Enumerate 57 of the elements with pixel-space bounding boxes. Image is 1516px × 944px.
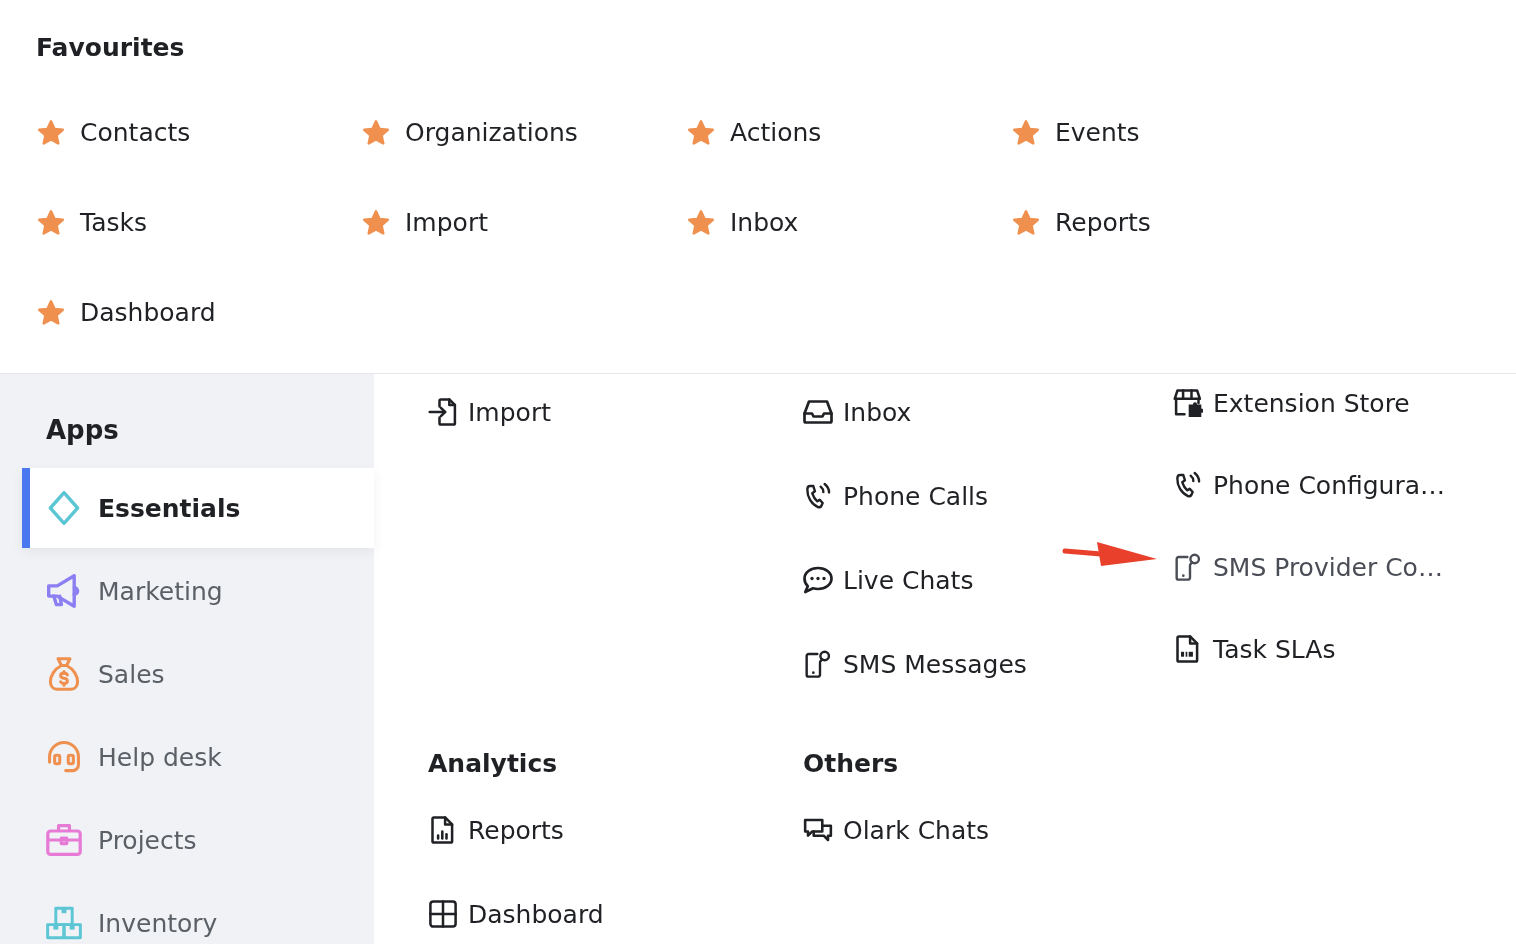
favourite-link[interactable]: Inbox [686, 177, 799, 267]
star-icon [688, 209, 714, 235]
mobile-phone-icon [803, 650, 833, 678]
favourite-link[interactable]: Tasks [36, 177, 147, 267]
phone-waves-icon [803, 482, 833, 510]
favourite-link[interactable]: Reports [1011, 177, 1151, 267]
star-icon [38, 209, 64, 235]
star-icon [363, 119, 389, 145]
favourite-link[interactable]: Dashboard [36, 267, 216, 357]
grid-icon [428, 900, 458, 928]
menu-link[interactable]: Reports [428, 802, 564, 858]
star-icon [1013, 119, 1039, 145]
menu-link[interactable]: Olark Chats [803, 802, 990, 858]
sidebar-item[interactable]: Essentials [22, 468, 374, 548]
star-icon [38, 119, 64, 145]
favourite-link[interactable]: Contacts [36, 87, 191, 177]
briefcase-icon [46, 823, 82, 857]
sidebar-item[interactable]: Inventory [22, 883, 374, 944]
section-heading: Others [803, 748, 899, 780]
chat-bubbles-icon [803, 816, 833, 844]
menu-link[interactable]: Phone Configura… [1173, 457, 1446, 513]
megaphone-icon [46, 574, 82, 608]
arrow-icon [1061, 540, 1157, 568]
headset-icon [46, 740, 82, 774]
menu-link[interactable]: Import [428, 384, 551, 440]
sidebar-item[interactable]: Help desk [22, 717, 374, 797]
money-bag-icon [46, 657, 82, 691]
menu-link[interactable]: Task SLAs [1173, 621, 1336, 677]
menu-link[interactable]: Dashboard [428, 886, 604, 942]
star-icon [38, 299, 64, 325]
storefront-icon [1173, 389, 1203, 417]
sidebar-item[interactable]: Projects [22, 800, 374, 880]
apps-heading: Apps [46, 414, 119, 447]
menu-link[interactable]: Phone Calls [803, 468, 989, 524]
boxes-icon [46, 906, 82, 940]
mobile-phone-icon [1173, 553, 1203, 581]
speech-bubble-icon [803, 566, 833, 594]
section-heading: Analytics [428, 748, 558, 780]
favourite-link[interactable]: Import [361, 177, 488, 267]
diamond-icon [46, 491, 82, 525]
star-icon [1013, 209, 1039, 235]
favourite-link[interactable]: Events [1011, 87, 1140, 177]
menu-link[interactable]: SMS Messages [803, 636, 1027, 692]
favourite-link[interactable]: Actions [686, 87, 822, 177]
sidebar-item[interactable]: Marketing [22, 551, 374, 631]
menu-link[interactable]: SMS Provider Co… [1173, 539, 1443, 595]
star-icon [363, 209, 389, 235]
menu-link[interactable]: Inbox [803, 384, 912, 440]
star-icon [688, 119, 714, 145]
favourites-heading: Favourites [36, 32, 185, 64]
inbox-tray-icon [803, 398, 833, 426]
sidebar-item[interactable]: Sales [22, 634, 374, 714]
file-arrow-icon [428, 398, 458, 426]
phone-waves-icon [1173, 471, 1203, 499]
favourite-link[interactable]: Organizations [361, 87, 578, 177]
menu-link[interactable]: Live Chats [803, 552, 974, 608]
menu-link[interactable]: Extension Store [1173, 375, 1410, 431]
